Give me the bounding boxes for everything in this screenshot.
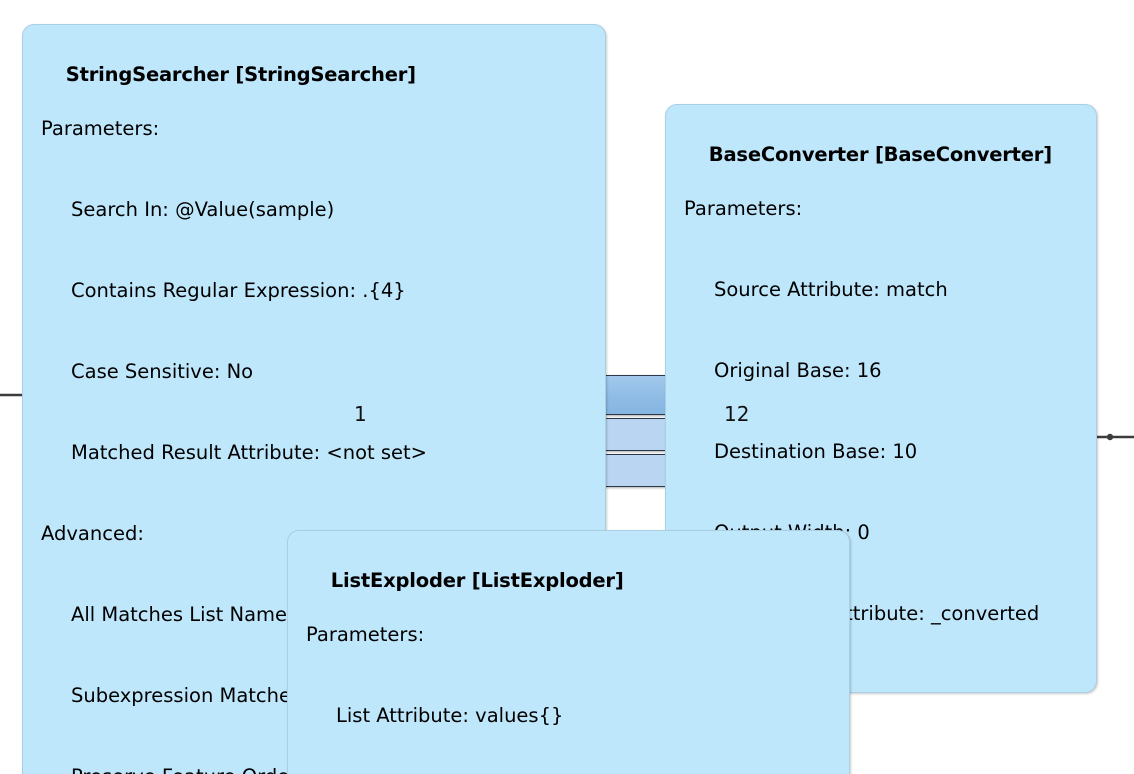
callout-line: Destination Base: 10 bbox=[714, 440, 918, 463]
callout-line: Search In: @Value(sample) bbox=[71, 198, 335, 221]
callout-line: Original Base: 16 bbox=[714, 359, 882, 382]
wire-count-label: 1 bbox=[354, 402, 367, 426]
callout-line: Parameters: bbox=[684, 197, 803, 220]
callout-line: Case Sensitive: No bbox=[71, 360, 254, 383]
callout-title: BaseConverter [BaseConverter] bbox=[708, 143, 1052, 166]
callout-line: Parameters: bbox=[306, 623, 425, 646]
callout-title: StringSearcher [StringSearcher] bbox=[65, 63, 416, 86]
workflow-canvas[interactable]: StringSearcher [StringSearcher] Paramete… bbox=[0, 0, 1134, 774]
callout-line: Source Attribute: match bbox=[714, 278, 948, 301]
callout-line: Contains Regular Expression: .{4} bbox=[71, 279, 406, 302]
callout-line: List Attribute: values{} bbox=[336, 704, 564, 727]
callout-title: ListExploder [ListExploder] bbox=[330, 569, 624, 592]
callout-list-exploder: ListExploder [ListExploder] Parameters: … bbox=[287, 530, 850, 774]
wire-count-label: 12 bbox=[724, 402, 750, 426]
callout-line: Parameters: bbox=[41, 117, 160, 140]
callout-line: Matched Result Attribute: <not set> bbox=[71, 441, 428, 464]
